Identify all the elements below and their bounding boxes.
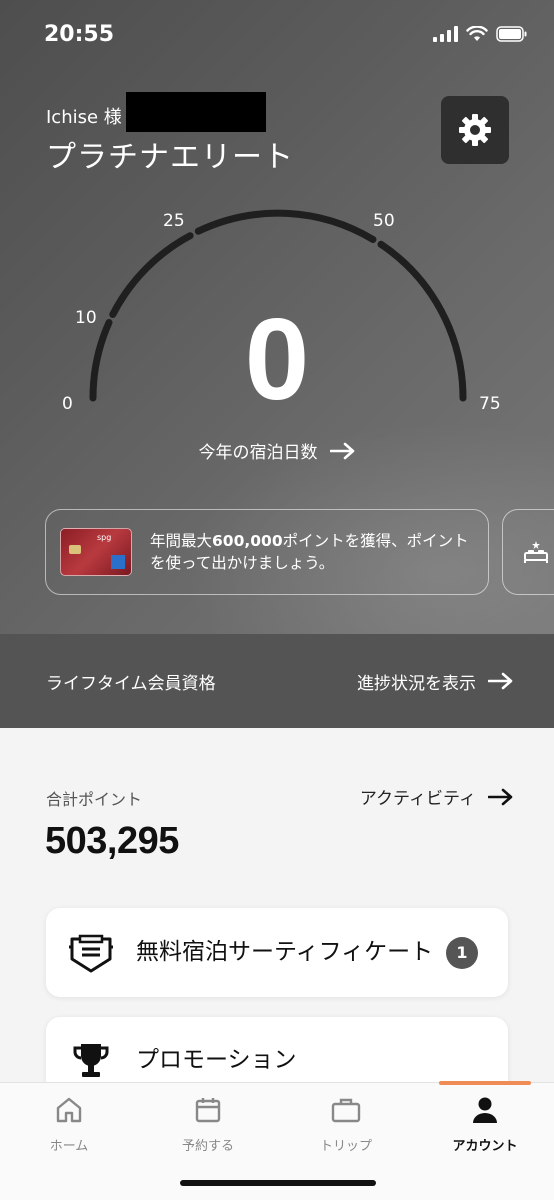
certificate-icon	[69, 934, 113, 972]
card-brand: spg	[97, 533, 112, 542]
arrow-right-icon	[488, 788, 513, 805]
lifetime-label: ライフタイム会員資格	[46, 673, 216, 694]
total-points-label: 合計ポイント	[46, 790, 143, 809]
home-icon	[56, 1097, 82, 1123]
tab-account-label: アカウント	[452, 1139, 518, 1154]
lifetime-status-bar[interactable]: ライフタイム会員資格 進捗状況を表示	[0, 634, 554, 728]
stay-promo-card[interactable]	[502, 509, 554, 595]
tab-reserve[interactable]: 予約する	[148, 1095, 268, 1154]
home-indicator	[180, 1180, 376, 1186]
arrow-right-icon	[488, 672, 513, 690]
free-night-label: 無料宿泊サーティフィケート	[136, 939, 434, 965]
activity-link[interactable]: アクティビティ	[360, 784, 514, 809]
nights-link[interactable]: 今年の宿泊日数	[0, 438, 554, 463]
tab-trip-label: トリップ	[319, 1139, 372, 1154]
trophy-icon	[73, 1044, 109, 1077]
active-tab-indicator	[439, 1081, 531, 1085]
count-badge: 1	[446, 936, 478, 969]
view-progress-link[interactable]: 進捗状況を表示	[357, 669, 514, 694]
nights-count: 0	[244, 294, 310, 424]
bed-icon	[524, 541, 548, 563]
arrow-right-icon	[329, 442, 354, 459]
gauge-label-50: 50	[373, 211, 395, 231]
credit-card-promo[interactable]: spg 年間最大600,000ポイントを獲得、ポイントを使って出かけましょう。	[45, 509, 489, 595]
total-points-value: 503,295	[45, 820, 179, 862]
briefcase-icon	[331, 1098, 361, 1123]
gauge-label-25: 25	[163, 211, 185, 231]
hero-panel: 20:55 Ichise 様 プラチナエリート 0 10 25 50 75 0 …	[0, 0, 554, 634]
calendar-icon	[195, 1098, 221, 1123]
promo-text: 年間最大600,000ポイントを獲得、ポイントを使って出かけましょう。	[150, 532, 469, 572]
tab-trip[interactable]: トリップ	[286, 1095, 406, 1154]
credit-card-image: spg	[60, 528, 132, 576]
free-night-certificate-item[interactable]: 無料宿泊サーティフィケート 1	[46, 908, 508, 997]
tab-home[interactable]: ホーム	[9, 1095, 129, 1154]
tab-home-label: ホーム	[49, 1139, 89, 1154]
promotion-label: プロモーション	[136, 1046, 297, 1073]
nights-label: 今年の宿泊日数	[198, 443, 318, 463]
tab-reserve-label: 予約する	[181, 1139, 234, 1154]
tab-account[interactable]: アカウント	[425, 1095, 545, 1154]
person-icon	[473, 1097, 497, 1123]
